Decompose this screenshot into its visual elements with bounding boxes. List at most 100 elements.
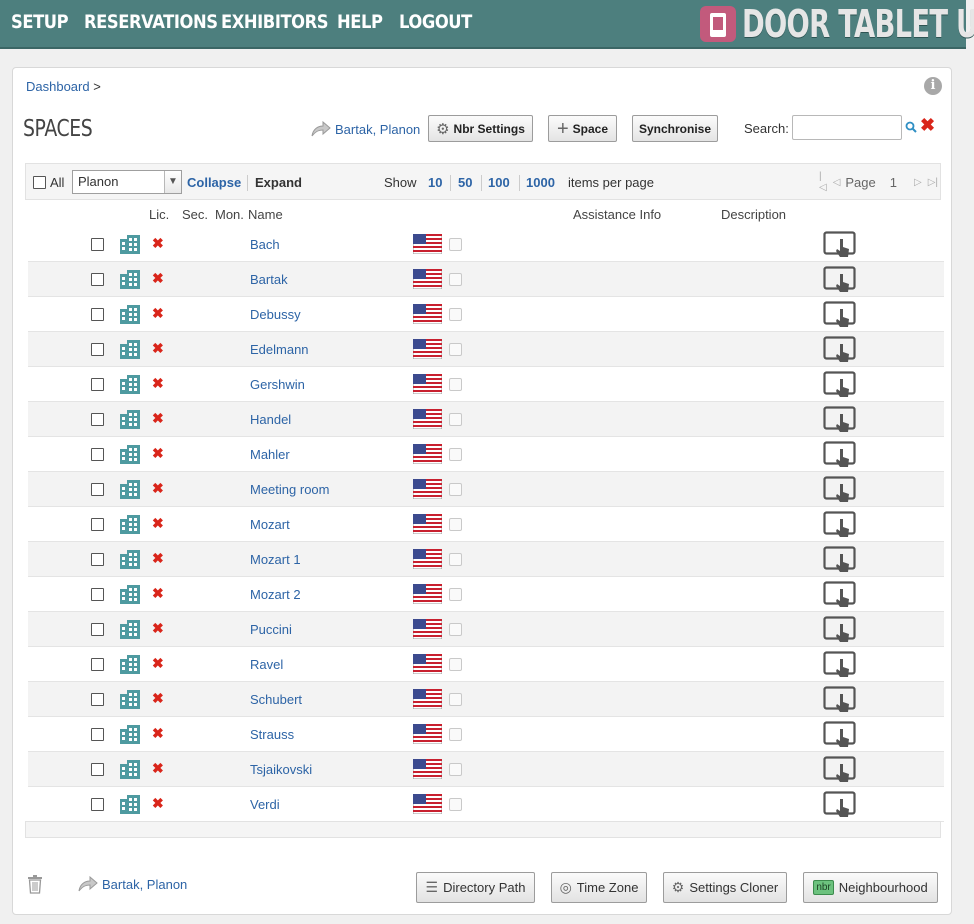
tablet-touch-icon[interactable] <box>823 441 857 472</box>
tablet-touch-icon[interactable] <box>823 371 857 402</box>
row-option-checkbox[interactable] <box>449 798 462 811</box>
select-all[interactable]: All <box>33 175 64 190</box>
space-name-link[interactable]: Gershwin <box>250 377 305 392</box>
us-flag-icon[interactable] <box>412 548 443 572</box>
page-size-100[interactable]: 100 <box>488 175 510 190</box>
us-flag-icon[interactable] <box>412 793 443 817</box>
space-name-link[interactable]: Mozart 1 <box>250 552 301 567</box>
tablet-touch-icon[interactable] <box>823 476 857 507</box>
tablet-touch-icon[interactable] <box>823 336 857 367</box>
tablet-touch-icon[interactable] <box>823 301 857 332</box>
building-icon[interactable] <box>119 444 141 468</box>
tablet-touch-icon[interactable] <box>823 616 857 647</box>
building-icon[interactable] <box>119 689 141 713</box>
building-icon[interactable] <box>119 339 141 363</box>
row-checkbox[interactable] <box>91 378 104 391</box>
space-name-link[interactable]: Handel <box>250 412 291 427</box>
row-option-checkbox[interactable] <box>449 238 462 251</box>
last-page-icon[interactable]: ▷| <box>928 177 938 188</box>
row-checkbox[interactable] <box>91 483 104 496</box>
building-icon[interactable] <box>119 584 141 608</box>
space-name-link[interactable]: Ravel <box>250 657 283 672</box>
add-space-button[interactable]: + Space <box>548 115 617 142</box>
us-flag-icon[interactable] <box>412 653 443 677</box>
page-size-10[interactable]: 10 <box>428 175 442 190</box>
tablet-touch-icon[interactable] <box>823 756 857 787</box>
page-size-1000[interactable]: 1000 <box>526 175 555 190</box>
space-name-link[interactable]: Puccini <box>250 622 292 637</box>
us-flag-icon[interactable] <box>412 373 443 397</box>
building-icon[interactable] <box>119 619 141 643</box>
space-name-link[interactable]: Strauss <box>250 727 294 742</box>
row-checkbox[interactable] <box>91 308 104 321</box>
row-checkbox[interactable] <box>91 273 104 286</box>
us-flag-icon[interactable] <box>412 618 443 642</box>
us-flag-icon[interactable] <box>412 758 443 782</box>
building-icon[interactable] <box>119 794 141 818</box>
trash-icon[interactable] <box>27 875 43 897</box>
row-checkbox[interactable] <box>91 518 104 531</box>
space-name-link[interactable]: Tsjaikovski <box>250 762 312 777</box>
space-name-link[interactable]: Bartak <box>250 272 288 287</box>
info-icon[interactable]: i <box>924 77 942 95</box>
share-link-label[interactable]: Bartak, Planon <box>102 877 187 892</box>
us-flag-icon[interactable] <box>412 688 443 712</box>
row-option-checkbox[interactable] <box>449 553 462 566</box>
tablet-touch-icon[interactable] <box>823 651 857 682</box>
page-size-50[interactable]: 50 <box>458 175 472 190</box>
space-name-link[interactable]: Debussy <box>250 307 301 322</box>
nav-logout[interactable]: LOGOUT <box>399 11 472 33</box>
row-checkbox[interactable] <box>91 763 104 776</box>
prev-page-icon[interactable]: ◁ <box>833 177 841 188</box>
building-icon[interactable] <box>119 234 141 258</box>
row-option-checkbox[interactable] <box>449 588 462 601</box>
building-icon[interactable] <box>119 479 141 503</box>
us-flag-icon[interactable] <box>412 583 443 607</box>
row-option-checkbox[interactable] <box>449 728 462 741</box>
tablet-touch-icon[interactable] <box>823 686 857 717</box>
source-filter-select[interactable]: Planon ▼ <box>72 170 182 194</box>
search-go-icon[interactable] <box>905 121 917 136</box>
row-checkbox[interactable] <box>91 413 104 426</box>
row-checkbox[interactable] <box>91 658 104 671</box>
tablet-touch-icon[interactable] <box>823 721 857 752</box>
space-name-link[interactable]: Meeting room <box>250 482 329 497</box>
collapse-link[interactable]: Collapse <box>187 175 241 190</box>
share-link-header[interactable]: Bartak, Planon <box>311 121 420 137</box>
tablet-touch-icon[interactable] <box>823 266 857 297</box>
row-checkbox[interactable] <box>91 553 104 566</box>
share-link-footer[interactable]: Bartak, Planon <box>78 876 187 892</box>
tablet-touch-icon[interactable] <box>823 511 857 542</box>
us-flag-icon[interactable] <box>412 408 443 432</box>
synchronise-button[interactable]: Synchronise <box>632 115 718 142</box>
directory-path-button[interactable]: ☰ Directory Path <box>416 872 535 903</box>
us-flag-icon[interactable] <box>412 338 443 362</box>
row-option-checkbox[interactable] <box>449 658 462 671</box>
breadcrumb-dashboard[interactable]: Dashboard <box>26 79 90 94</box>
building-icon[interactable] <box>119 724 141 748</box>
row-option-checkbox[interactable] <box>449 518 462 531</box>
tablet-touch-icon[interactable] <box>823 406 857 437</box>
building-icon[interactable] <box>119 374 141 398</box>
space-name-link[interactable]: Verdi <box>250 797 280 812</box>
row-option-checkbox[interactable] <box>449 623 462 636</box>
row-checkbox[interactable] <box>91 728 104 741</box>
us-flag-icon[interactable] <box>412 478 443 502</box>
space-name-link[interactable]: Mahler <box>250 447 290 462</box>
space-name-link[interactable]: Edelmann <box>250 342 309 357</box>
expand-link[interactable]: Expand <box>255 175 302 190</box>
row-option-checkbox[interactable] <box>449 273 462 286</box>
space-name-link[interactable]: Mozart 2 <box>250 587 301 602</box>
row-checkbox[interactable] <box>91 448 104 461</box>
first-page-icon[interactable]: |◁ <box>819 171 827 193</box>
nav-setup[interactable]: SETUP <box>11 11 69 33</box>
building-icon[interactable] <box>119 654 141 678</box>
us-flag-icon[interactable] <box>412 233 443 257</box>
tablet-touch-icon[interactable] <box>823 791 857 822</box>
next-page-icon[interactable]: ▷ <box>914 177 922 188</box>
building-icon[interactable] <box>119 759 141 783</box>
tablet-touch-icon[interactable] <box>823 581 857 612</box>
neighbourhood-button[interactable]: nbr Neighbourhood <box>803 872 938 903</box>
building-icon[interactable] <box>119 549 141 573</box>
us-flag-icon[interactable] <box>412 268 443 292</box>
